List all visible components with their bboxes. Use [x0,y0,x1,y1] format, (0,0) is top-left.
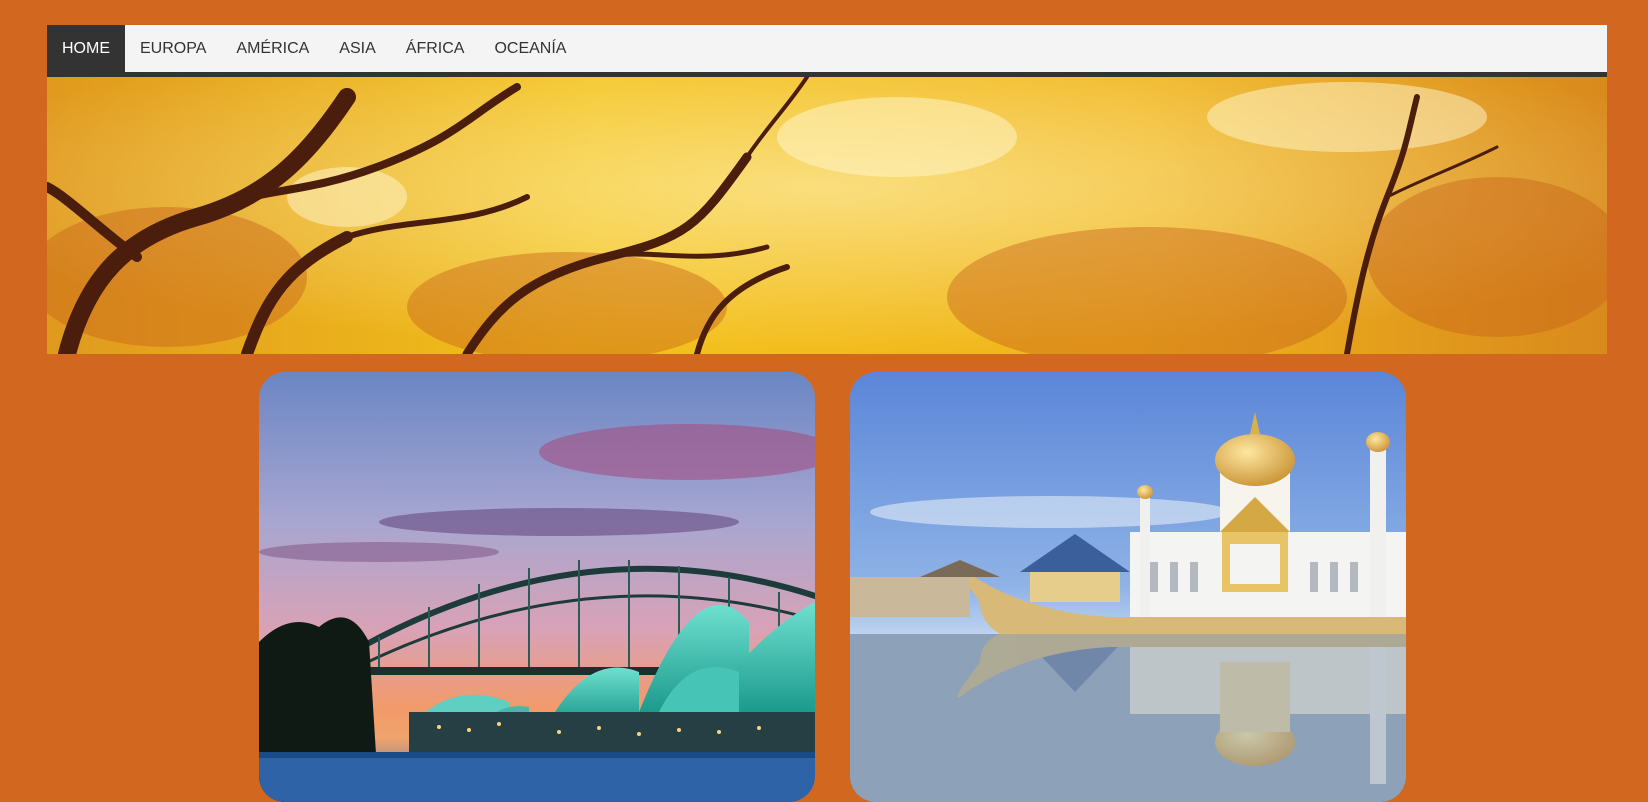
nav-item-america[interactable]: AMÉRICA [221,25,324,72]
destination-cards [259,372,1409,802]
nav-item-home[interactable]: HOME [47,25,125,72]
main-nav: HOME EUROPA AMÉRICA ASIA ÁFRICA OCEANÍA [47,25,1607,77]
autumn-banner-image [47,77,1607,354]
nav-item-asia[interactable]: ASIA [324,25,390,72]
nav-item-africa[interactable]: ÁFRICA [391,25,480,72]
mosque-reflection-image[interactable] [850,372,1406,802]
page-wrapper: HOME EUROPA AMÉRICA ASIA ÁFRICA OCEANÍA [47,25,1607,354]
nav-item-oceania[interactable]: OCEANÍA [479,25,581,72]
nav-item-europa[interactable]: EUROPA [125,25,221,72]
sydney-opera-house-image[interactable] [259,372,815,802]
